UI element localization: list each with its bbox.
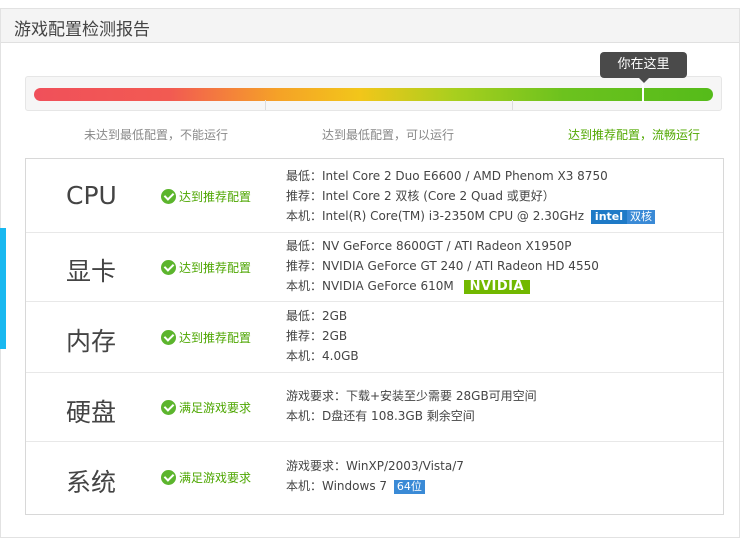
status-badge: 达到推荐配置 <box>161 259 251 276</box>
scale-label-recommended: 达到推荐配置，流畅运行 <box>568 128 701 142</box>
row-details: 游戏要求：下载+安装至少需要 28GB可用空间 本机：D盘还有 108.3GB … <box>286 389 537 423</box>
row-details: 最低：2GB 推荐：2GB 本机：4.0GB <box>286 309 359 363</box>
status-badge: 满足游戏要求 <box>161 399 251 416</box>
scale-divider <box>512 100 513 110</box>
row-details: 最低：NV GeForce 8600GT / ATI Radeon X1950P… <box>286 236 599 296</box>
panel-header: 游戏配置检测报告 <box>1 9 739 43</box>
check-circle-icon <box>161 330 176 345</box>
scale-label-min: 达到最低配置，可以运行 <box>322 128 455 142</box>
scale-divider <box>265 100 266 110</box>
row-name-disk: 硬盘 <box>66 398 117 427</box>
table-row: CPU 达到推荐配置 最低：Intel Core 2 Duo E6600 / A… <box>26 159 723 233</box>
side-accent-tab[interactable] <box>0 228 6 349</box>
intel-logo-badge: intel <box>590 209 628 224</box>
scale-label-below-min: 未达到最低配置，不能运行 <box>84 128 229 142</box>
performance-bar <box>25 76 722 111</box>
check-circle-icon <box>161 260 176 275</box>
performance-bar-fill <box>34 88 713 101</box>
check-circle-icon <box>161 470 176 485</box>
page-title: 游戏配置检测报告 <box>14 20 150 40</box>
row-name-ram: 内存 <box>66 327 117 356</box>
table-row: 硬盘 满足游戏要求 游戏要求：下载+安装至少需要 28GB可用空间 本机：D盘还… <box>26 373 723 442</box>
status-badge: 满足游戏要求 <box>161 469 251 486</box>
current-level-marker <box>642 84 644 102</box>
table-row: 内存 达到推荐配置 最低：2GB 推荐：2GB 本机：4.0GB <box>26 302 723 373</box>
status-badge: 达到推荐配置 <box>161 188 251 205</box>
64bit-badge: 64位 <box>393 479 425 494</box>
nvidia-logo-badge: NVIDIA <box>463 279 531 294</box>
status-badge: 达到推荐配置 <box>161 329 251 346</box>
row-name-cpu: CPU <box>66 181 117 210</box>
row-details: 最低：Intel Core 2 Duo E6600 / AMD Phenom X… <box>286 166 656 226</box>
you-are-here-tooltip: 你在这里 <box>600 52 687 83</box>
row-name-gpu: 显卡 <box>66 257 117 286</box>
row-details: 游戏要求：WinXP/2003/Vista/7 本机：Windows 7 64位 <box>286 456 464 496</box>
local-os-line: 本机：Windows 7 64位 <box>286 476 464 496</box>
row-name-os: 系统 <box>66 468 117 497</box>
check-circle-icon <box>161 189 176 204</box>
dual-core-badge: 双核 <box>627 209 656 224</box>
table-row: 显卡 达到推荐配置 最低：NV GeForce 8600GT / ATI Rad… <box>26 233 723 302</box>
check-circle-icon <box>161 400 176 415</box>
local-gpu-line: 本机：NVIDIA GeForce 610M NVIDIA <box>286 276 599 296</box>
table-row: 系统 满足游戏要求 游戏要求：WinXP/2003/Vista/7 本机：Win… <box>26 442 723 514</box>
local-cpu-line: 本机：Intel(R) Core(TM) i3-2350M CPU @ 2.30… <box>286 206 656 226</box>
spec-table: CPU 达到推荐配置 最低：Intel Core 2 Duo E6600 / A… <box>25 158 724 515</box>
